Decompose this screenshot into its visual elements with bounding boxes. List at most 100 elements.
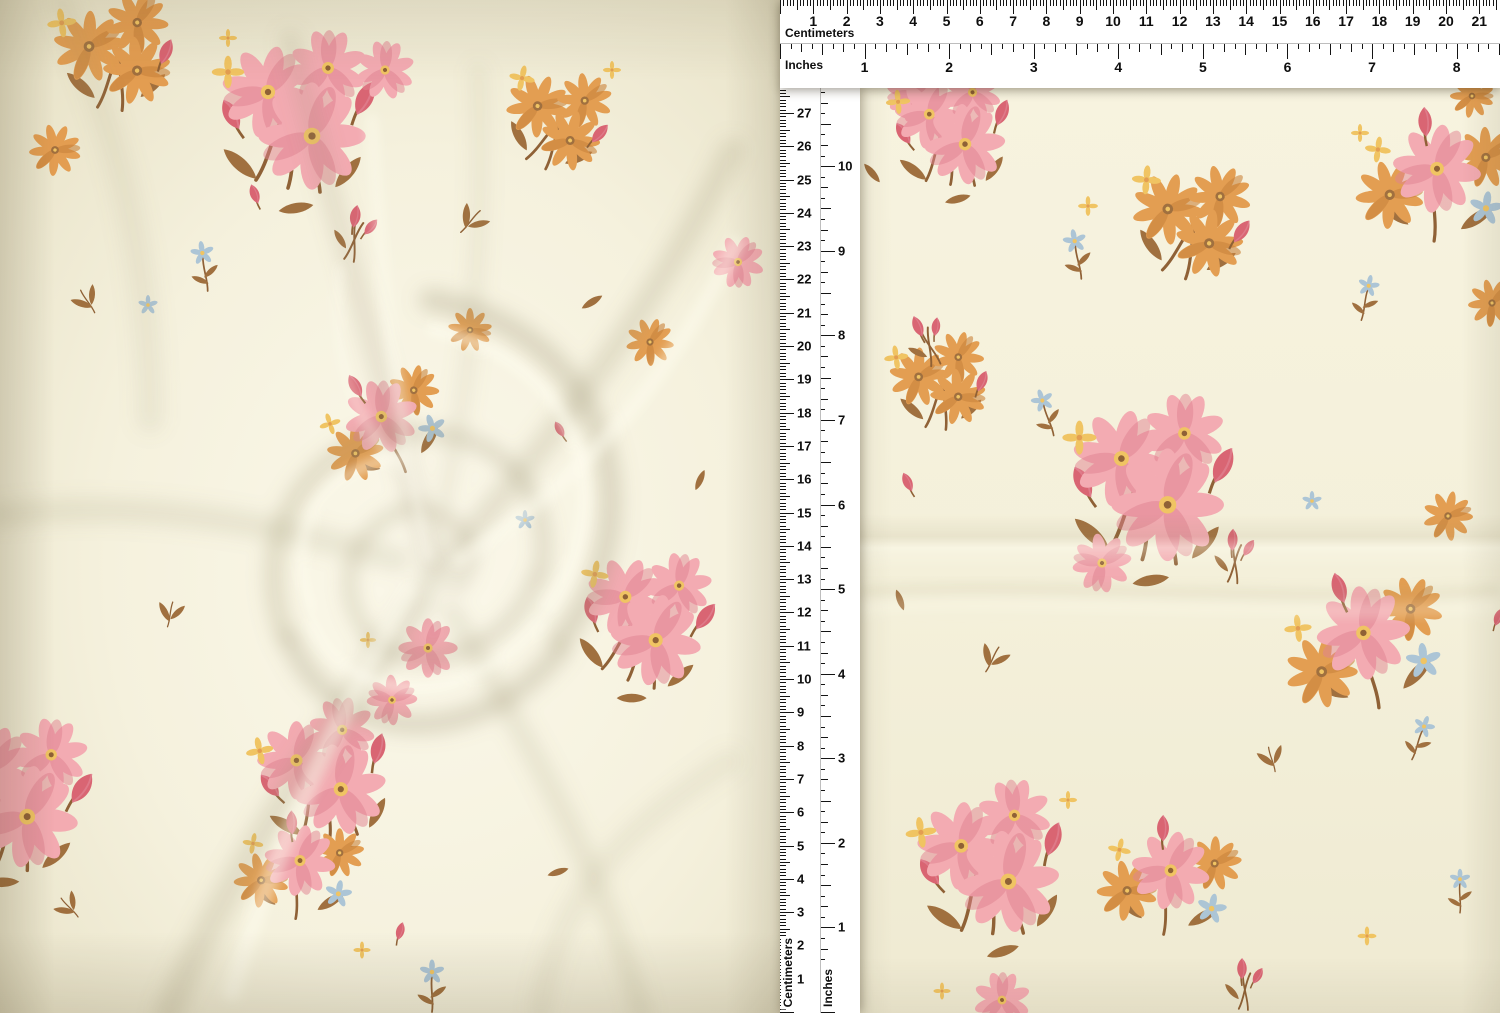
inch-tick — [1330, 44, 1331, 55]
cm-tick — [1093, 0, 1094, 6]
cm-tick — [1043, 0, 1044, 6]
cm-tick — [780, 233, 786, 234]
cm-tick — [1393, 0, 1394, 6]
cm-tick — [1359, 0, 1360, 6]
inch-tick — [833, 44, 834, 49]
inch-tick — [820, 187, 828, 188]
cm-tick — [897, 0, 898, 10]
v-inch-number: 1 — [838, 920, 845, 935]
inch-tick — [1404, 44, 1405, 49]
cm-tick — [780, 309, 786, 310]
cm-tick — [1183, 0, 1184, 6]
cm-tick — [780, 536, 786, 537]
cm-tick — [780, 732, 786, 733]
cm-tick — [780, 506, 786, 507]
inch-tick — [1266, 44, 1267, 52]
v-cm-number: 14 — [797, 538, 811, 553]
cm-tick — [1349, 0, 1350, 6]
cm-tick — [1170, 0, 1171, 6]
cm-tick — [780, 539, 786, 540]
cm-tick — [1260, 0, 1261, 6]
sprig-blue — [1348, 272, 1385, 323]
cm-tick — [780, 606, 786, 607]
inch-tick — [820, 695, 828, 696]
v-inch-number: 5 — [838, 582, 845, 597]
cm-tick — [1020, 0, 1021, 6]
fabric-flat-panel — [860, 88, 1500, 1013]
v-cm-number: 24 — [797, 205, 811, 220]
cm-tick — [780, 626, 786, 627]
cm-tick — [780, 739, 786, 740]
cluster-mixed — [1082, 802, 1254, 951]
cm-tick — [780, 206, 786, 207]
cm-tick — [780, 712, 794, 713]
cm-tick — [843, 0, 844, 6]
v-cm-number: 9 — [797, 705, 804, 720]
cm-tick — [780, 569, 786, 570]
cm-tick — [800, 0, 801, 6]
cm-tick — [1016, 0, 1017, 6]
v-cm-number: 17 — [797, 438, 811, 453]
cm-tick — [870, 0, 871, 6]
cm-tick — [780, 236, 786, 237]
pink-flower — [965, 963, 1038, 1013]
cm-tick — [780, 839, 786, 840]
cm-tick — [820, 0, 821, 6]
v-inch-number: 4 — [838, 666, 845, 681]
h-cm-number: 14 — [1238, 13, 1254, 29]
cm-tick — [1416, 0, 1417, 6]
inch-tick — [1277, 44, 1278, 49]
cm-tick — [780, 762, 790, 763]
cm-tick — [780, 736, 786, 737]
v-cm-number: 7 — [797, 771, 804, 786]
v-cm-number: 15 — [797, 505, 811, 520]
cm-tick — [780, 120, 786, 121]
cm-tick — [1353, 0, 1354, 6]
inch-tick — [820, 526, 828, 527]
cm-tick — [943, 0, 944, 6]
cm-tick — [780, 409, 786, 410]
v-cm-number: 20 — [797, 339, 811, 354]
cm-tick — [780, 689, 786, 690]
cm-tick — [780, 113, 794, 114]
cm-tick — [863, 0, 864, 10]
cm-tick — [780, 579, 794, 580]
cm-tick — [780, 756, 786, 757]
cm-tick — [1243, 0, 1244, 6]
inch-tick — [820, 124, 831, 125]
cm-tick — [780, 296, 790, 297]
inch-tick — [1287, 44, 1288, 59]
cm-tick — [780, 925, 786, 926]
cm-tick — [1326, 0, 1327, 6]
cm-tick — [1046, 0, 1047, 14]
cm-tick — [780, 96, 790, 97]
cm-tick — [1339, 0, 1340, 6]
cm-tick — [1493, 0, 1494, 6]
cm-tick — [780, 596, 790, 597]
cm-tick — [780, 93, 786, 94]
v-cm-number: 6 — [797, 805, 804, 820]
cm-tick — [780, 632, 786, 633]
inch-tick — [820, 356, 828, 357]
cm-tick — [1469, 0, 1470, 6]
cm-tick — [1090, 0, 1091, 6]
cm-tick — [900, 0, 901, 6]
cm-tick — [780, 319, 786, 320]
inch-tick — [820, 758, 835, 759]
inch-tick — [820, 251, 835, 252]
cm-tick — [993, 0, 994, 6]
cm-tick — [780, 289, 786, 290]
cm-tick — [1366, 0, 1367, 6]
cm-tick — [780, 466, 786, 467]
cm-tick — [840, 0, 841, 6]
cm-tick — [780, 842, 786, 843]
cm-tick — [780, 622, 786, 623]
cm-tick — [1376, 0, 1377, 6]
cm-tick — [780, 616, 786, 617]
cm-tick — [983, 0, 984, 6]
cm-tick — [1466, 0, 1467, 6]
cm-tick — [780, 379, 794, 380]
cm-tick — [1116, 0, 1117, 6]
cm-tick — [1083, 0, 1084, 6]
cm-tick — [1323, 0, 1324, 6]
